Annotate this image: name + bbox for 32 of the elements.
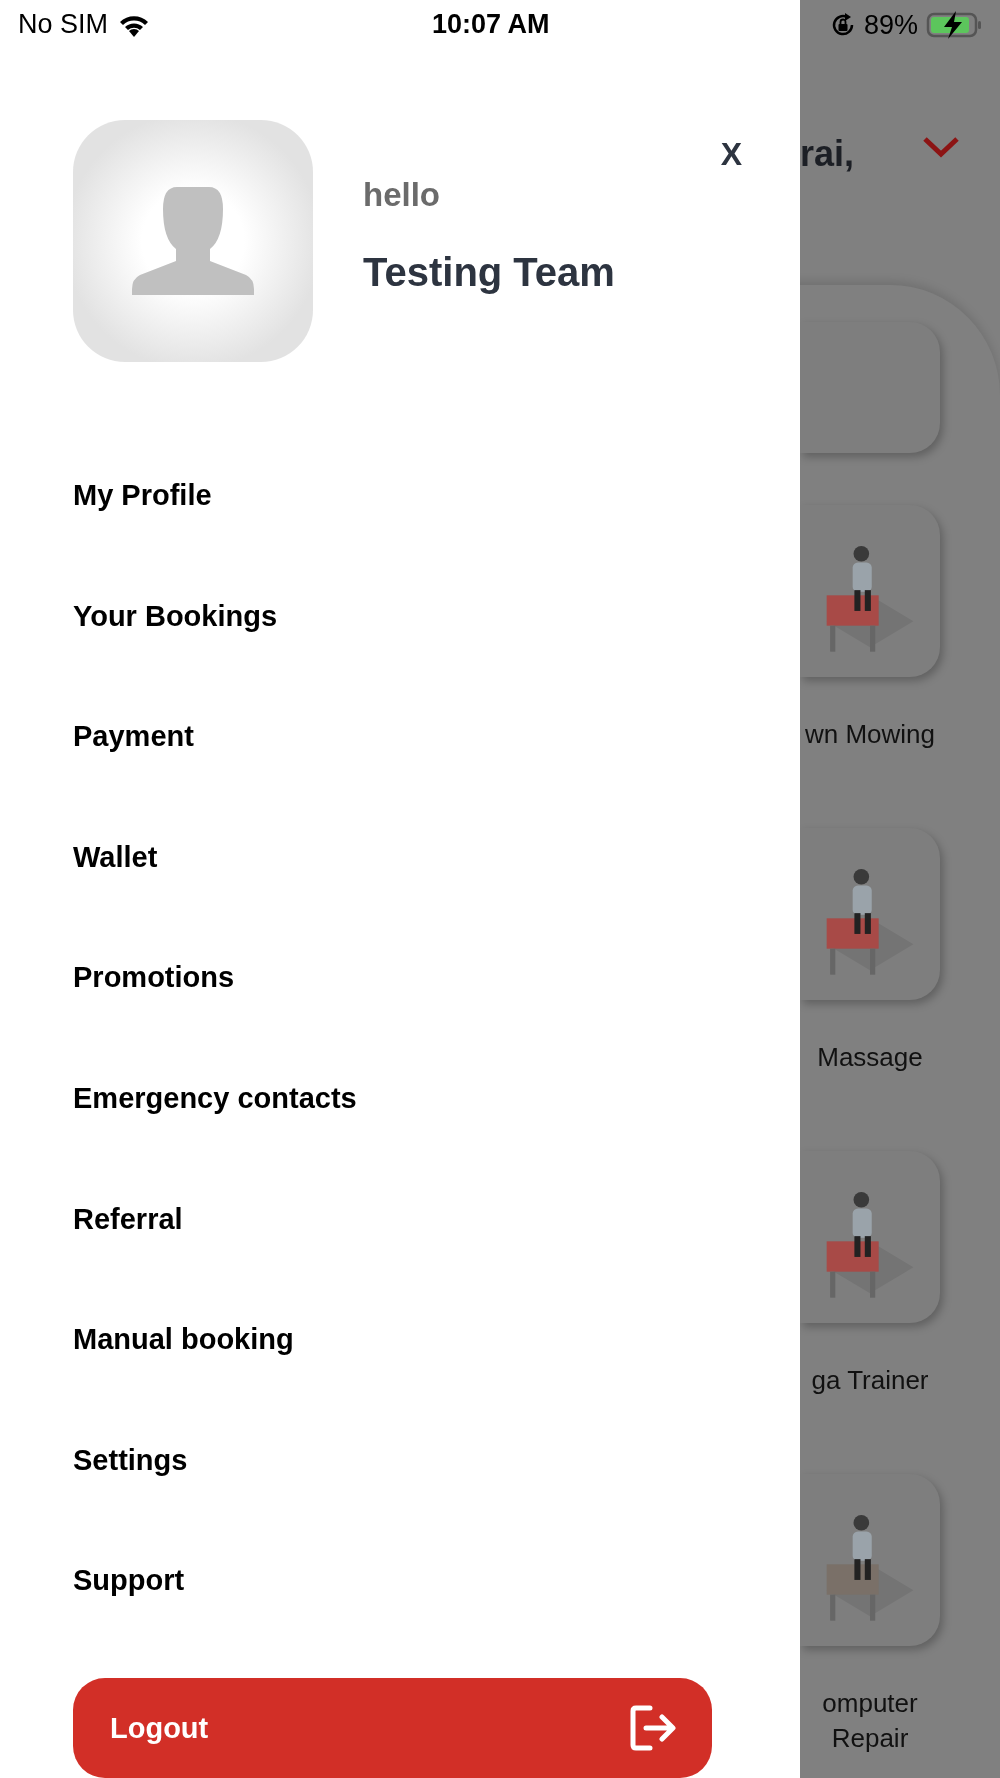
menu-item[interactable]: Your Bookings (73, 555, 278, 677)
location-heading: rai, (800, 136, 855, 172)
menu-item[interactable]: Referral (73, 1158, 183, 1280)
menu-item[interactable]: Promotions (73, 917, 235, 1039)
menu-item[interactable]: My Profile (73, 435, 212, 556)
greeting: hello (363, 175, 441, 214)
menu-item[interactable]: Manual booking (73, 1279, 294, 1400)
service-card[interactable] (800, 1474, 940, 1646)
battery-percentage: 89% (864, 9, 919, 41)
battery-icon (926, 11, 983, 39)
clock: 10:07 AM (432, 9, 550, 41)
person-icon (132, 186, 254, 295)
carrier-label: No SIM (18, 9, 109, 41)
service-card[interactable] (800, 505, 940, 677)
service-card[interactable] (800, 1151, 940, 1323)
menu-item[interactable]: Emergency contacts (73, 1038, 357, 1159)
service-label: ga Trainer (811, 1364, 929, 1397)
rotation-lock-icon (830, 12, 856, 38)
user-name: Testing Team (363, 249, 616, 295)
menu-item[interactable]: Settings (73, 1400, 188, 1521)
service-label: Massage (817, 1041, 923, 1074)
logout-icon (630, 1704, 676, 1753)
chevron-down-icon[interactable] (922, 136, 960, 158)
close-button[interactable]: X (720, 135, 742, 173)
service-label: omputer (822, 1687, 918, 1720)
menu-item[interactable]: Wallet (73, 797, 158, 918)
service-label: Repair (831, 1722, 909, 1755)
logout-button[interactable]: Logout (73, 1678, 712, 1778)
menu-item[interactable]: Payment (73, 676, 194, 798)
service-label: wn Mowing (804, 718, 936, 751)
service-card[interactable] (800, 828, 940, 1000)
menu-item[interactable]: Support (73, 1520, 185, 1642)
